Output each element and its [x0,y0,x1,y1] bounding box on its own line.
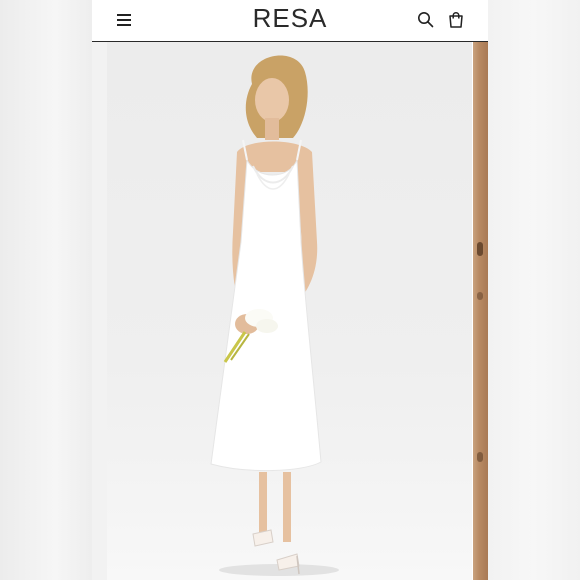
mobile-screen: RESA [92,0,488,580]
shopping-bag-icon[interactable] [446,10,466,30]
search-icon[interactable] [416,10,436,30]
site-header: RESA [92,0,488,42]
next-image-peek[interactable] [473,42,488,580]
product-image[interactable] [107,42,472,580]
blurred-backdrop-left [0,0,92,580]
blurred-backdrop-right [488,0,580,580]
gallery-gutter [92,42,107,580]
product-gallery[interactable] [92,42,488,580]
